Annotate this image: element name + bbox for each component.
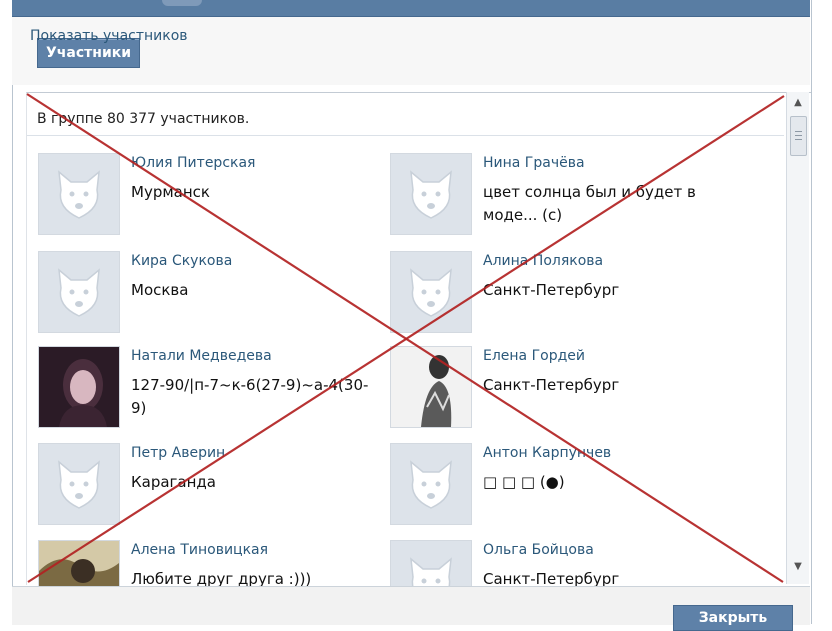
member-status: 127-90/|п-7~к-6(27-9)~а-4(30-9) xyxy=(131,376,369,417)
dialog-titlebar xyxy=(12,0,810,17)
member-card[interactable]: Антон Карпунчев □ □ □ (●) xyxy=(390,443,730,531)
member-card[interactable]: Алина Полякова Санкт-Петербург xyxy=(390,251,730,339)
member-name[interactable]: Петр Аверин xyxy=(131,445,225,461)
member-card[interactable]: Елена Гордей Санкт-Петербург xyxy=(390,346,730,434)
members-count-bar: В группе 80 377 участников. xyxy=(27,105,784,136)
member-name[interactable]: Натали Медведева xyxy=(131,348,272,364)
default-dog-avatar-icon[interactable] xyxy=(390,251,472,333)
member-status: Санкт-Петербург xyxy=(483,376,620,394)
default-dog-avatar-icon[interactable] xyxy=(390,153,472,235)
member-name[interactable]: Алина Полякова xyxy=(483,253,603,269)
member-name[interactable]: Юлия Питерская xyxy=(131,155,255,171)
members-scrollbar[interactable]: ▲ ▼ xyxy=(786,92,809,584)
default-dog-avatar-icon[interactable] xyxy=(38,251,120,333)
default-dog-avatar-icon[interactable] xyxy=(390,443,472,525)
member-card[interactable]: Кира Скукова Москва xyxy=(38,251,378,339)
default-dog-avatar-icon[interactable] xyxy=(38,443,120,525)
show-members-link[interactable]: Показать участников xyxy=(30,28,188,44)
member-name[interactable]: Алена Тиновицкая xyxy=(131,542,268,558)
title-fragment xyxy=(162,0,202,6)
member-name[interactable]: Кира Скукова xyxy=(131,253,232,269)
member-status: Санкт-Петербург xyxy=(483,281,620,299)
member-name[interactable]: Нина Грачёва xyxy=(483,155,585,171)
member-status: Караганда xyxy=(131,473,216,491)
default-dog-avatar-icon[interactable] xyxy=(38,153,120,235)
scrollbar-thumb[interactable] xyxy=(790,116,807,156)
scroll-up-arrow-icon[interactable]: ▲ xyxy=(791,96,805,110)
scroll-down-arrow-icon[interactable]: ▼ xyxy=(791,560,805,574)
member-status: Мурманск xyxy=(131,183,210,201)
close-button[interactable]: Закрыть xyxy=(673,605,793,631)
member-card[interactable]: Юлия Питерская Мурманск xyxy=(38,153,378,241)
member-status: цвет солнца был и будет в моде... (с) xyxy=(483,183,696,224)
member-card[interactable]: Петр Аверин Караганда xyxy=(38,443,378,531)
member-name[interactable]: Елена Гордей xyxy=(483,348,585,364)
member-name[interactable]: Антон Карпунчев xyxy=(483,445,611,461)
member-name[interactable]: Ольга Бойцова xyxy=(483,542,594,558)
member-status: Москва xyxy=(131,281,189,299)
member-card[interactable]: Нина Грачёва цвет солнца был и будет в м… xyxy=(390,153,730,241)
members-count-text: В группе 80 377 участников. xyxy=(37,111,250,127)
photo-avatar-icon[interactable] xyxy=(38,346,120,428)
member-card[interactable]: Натали Медведева 127-90/|п-7~к-6(27-9)~а… xyxy=(38,346,378,434)
member-status: □ □ □ (●) xyxy=(483,473,565,491)
photo-avatar-icon[interactable] xyxy=(390,346,472,428)
